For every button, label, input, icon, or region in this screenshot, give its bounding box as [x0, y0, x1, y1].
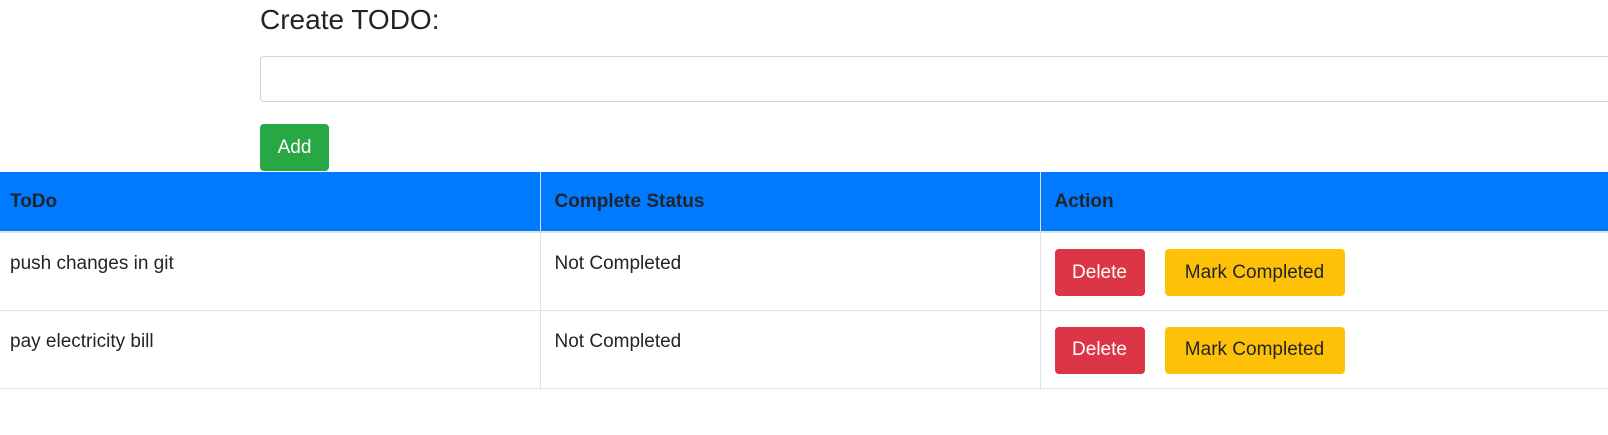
table-body: push changes in git Not Completed Delete…	[0, 232, 1608, 389]
column-header-action: Action	[1040, 172, 1608, 233]
table-header: ToDo Complete Status Action	[0, 172, 1608, 233]
mark-completed-button[interactable]: Mark Completed	[1164, 326, 1345, 374]
table-row: pay electricity bill Not Completed Delet…	[0, 310, 1608, 389]
column-header-todo: ToDo	[0, 172, 541, 233]
column-header-complete-status: Complete Status	[540, 172, 1041, 233]
table-header-row: ToDo Complete Status Action	[0, 172, 1608, 233]
todo-page: Create TODO: Add ToDo Complete Status Ac…	[0, 0, 1608, 435]
todo-status: Not Completed	[540, 232, 1041, 311]
todo-table: ToDo Complete Status Action push changes…	[0, 172, 1608, 389]
table-row: push changes in git Not Completed Delete…	[0, 232, 1608, 311]
todo-actions: Delete Mark Completed	[1040, 310, 1608, 389]
mark-completed-button[interactable]: Mark Completed	[1164, 249, 1345, 296]
todo-actions: Delete Mark Completed	[1040, 232, 1608, 311]
todo-input[interactable]	[260, 56, 1608, 102]
delete-button[interactable]: Delete	[1054, 249, 1145, 296]
todo-text: push changes in git	[0, 232, 541, 311]
todo-status: Not Completed	[540, 310, 1041, 389]
todo-text: pay electricity bill	[0, 310, 541, 389]
create-todo-heading: Create TODO:	[260, 4, 440, 35]
delete-button[interactable]: Delete	[1054, 326, 1145, 374]
add-button[interactable]: Add	[260, 124, 329, 171]
